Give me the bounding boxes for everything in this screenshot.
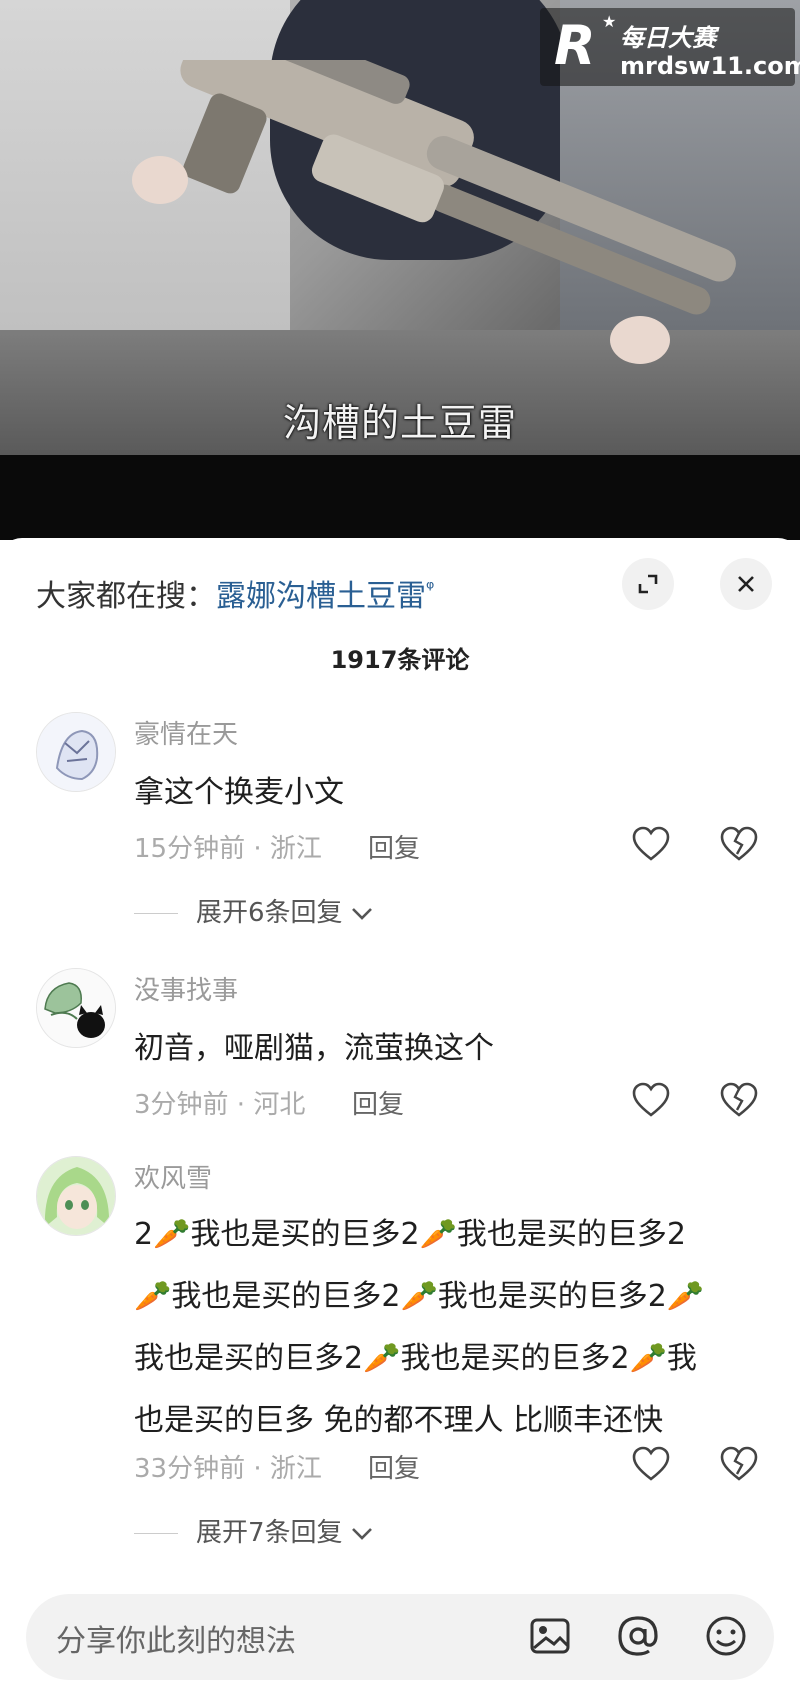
emoji-icon[interactable] bbox=[704, 1614, 748, 1658]
comment-text: 2🥕我也是买的巨多2🥕我也是买的巨多2 🥕我也是买的巨多2🥕我也是买的巨多2🥕 … bbox=[134, 1204, 774, 1452]
reply-button[interactable]: 回复 bbox=[368, 1448, 420, 1485]
comment-username[interactable]: 没事找事 bbox=[134, 970, 238, 1007]
watermark: R ★ 每日大赛 mrdsw11.com bbox=[540, 8, 800, 86]
comment-text-line: 也是买的巨多 免的都不理人 比顺丰还快 bbox=[134, 1403, 664, 1438]
at-icon[interactable] bbox=[616, 1614, 660, 1658]
avatar-image bbox=[37, 969, 115, 1047]
comment-input[interactable]: 分享你此刻的想法 bbox=[26, 1594, 774, 1680]
comment-username[interactable]: 欢风雪 bbox=[134, 1158, 212, 1195]
avatar-image bbox=[37, 1157, 115, 1235]
expand-replies[interactable]: 展开7条回复 bbox=[134, 1512, 373, 1549]
heart-icon[interactable] bbox=[632, 1082, 670, 1118]
comment-username[interactable]: 豪情在天 bbox=[134, 714, 238, 751]
avatar[interactable] bbox=[36, 968, 116, 1048]
comment-time-location: 3分钟前 · 河北 bbox=[134, 1090, 306, 1120]
watermark-logo: R bbox=[554, 14, 596, 77]
comment-count: 1917条评论 bbox=[330, 646, 470, 674]
star-icon: ★ bbox=[602, 12, 617, 31]
heart-icon[interactable] bbox=[632, 1446, 670, 1482]
comment-input-placeholder: 分享你此刻的想法 bbox=[56, 1624, 296, 1659]
expand-icon bbox=[638, 574, 658, 594]
broken-heart-icon[interactable] bbox=[720, 826, 758, 862]
broken-heart-icon[interactable] bbox=[720, 1082, 758, 1118]
comment-time-location: 15分钟前 · 浙江 bbox=[134, 834, 322, 864]
chevron-down-icon bbox=[351, 1528, 372, 1540]
reply-button[interactable]: 回复 bbox=[352, 1084, 404, 1121]
broken-heart-icon[interactable] bbox=[720, 1446, 758, 1482]
comment-text: 拿这个换麦小文 bbox=[134, 775, 344, 810]
trending-search-term[interactable]: 露娜沟槽土豆雷 bbox=[216, 579, 426, 614]
watermark-name: 每日大赛 bbox=[620, 24, 716, 52]
comment-text-line: 我也是买的巨多2🥕我也是买的巨多2🥕我 bbox=[134, 1341, 697, 1376]
trending-search[interactable]: 大家都在搜：露娜沟槽土豆雷ᵠ bbox=[36, 568, 434, 617]
divider bbox=[134, 913, 178, 914]
comment-text-line: 🥕我也是买的巨多2🥕我也是买的巨多2🥕 bbox=[134, 1279, 705, 1314]
avatar[interactable] bbox=[36, 1156, 116, 1236]
avatar[interactable] bbox=[36, 712, 116, 792]
comment-text: 初音，哑剧猫，流萤换这个 bbox=[134, 1031, 494, 1066]
heart-icon[interactable] bbox=[632, 826, 670, 862]
divider bbox=[134, 1533, 178, 1534]
trending-search-prefix: 大家都在搜： bbox=[36, 579, 216, 614]
expand-replies-label: 展开7条回复 bbox=[196, 1518, 343, 1548]
search-icon: ᵠ bbox=[426, 576, 435, 600]
comment-text-line: 2🥕我也是买的巨多2🥕我也是买的巨多2 bbox=[134, 1217, 686, 1252]
reply-button[interactable]: 回复 bbox=[368, 828, 420, 865]
comment-time-location: 33分钟前 · 浙江 bbox=[134, 1454, 322, 1484]
chevron-down-icon bbox=[351, 908, 372, 920]
close-button[interactable] bbox=[720, 558, 772, 610]
image-icon[interactable] bbox=[528, 1614, 572, 1658]
avatar-image bbox=[37, 713, 115, 791]
video-prop-gun bbox=[132, 60, 736, 364]
video-subtitle: 沟槽的土豆雷 bbox=[282, 401, 517, 445]
video-letterbox bbox=[0, 455, 800, 540]
expand-button[interactable] bbox=[622, 558, 674, 610]
expand-replies[interactable]: 展开6条回复 bbox=[134, 892, 373, 929]
expand-replies-label: 展开6条回复 bbox=[196, 898, 343, 928]
watermark-url: mrdsw11.com bbox=[620, 52, 800, 80]
close-icon bbox=[738, 576, 754, 592]
